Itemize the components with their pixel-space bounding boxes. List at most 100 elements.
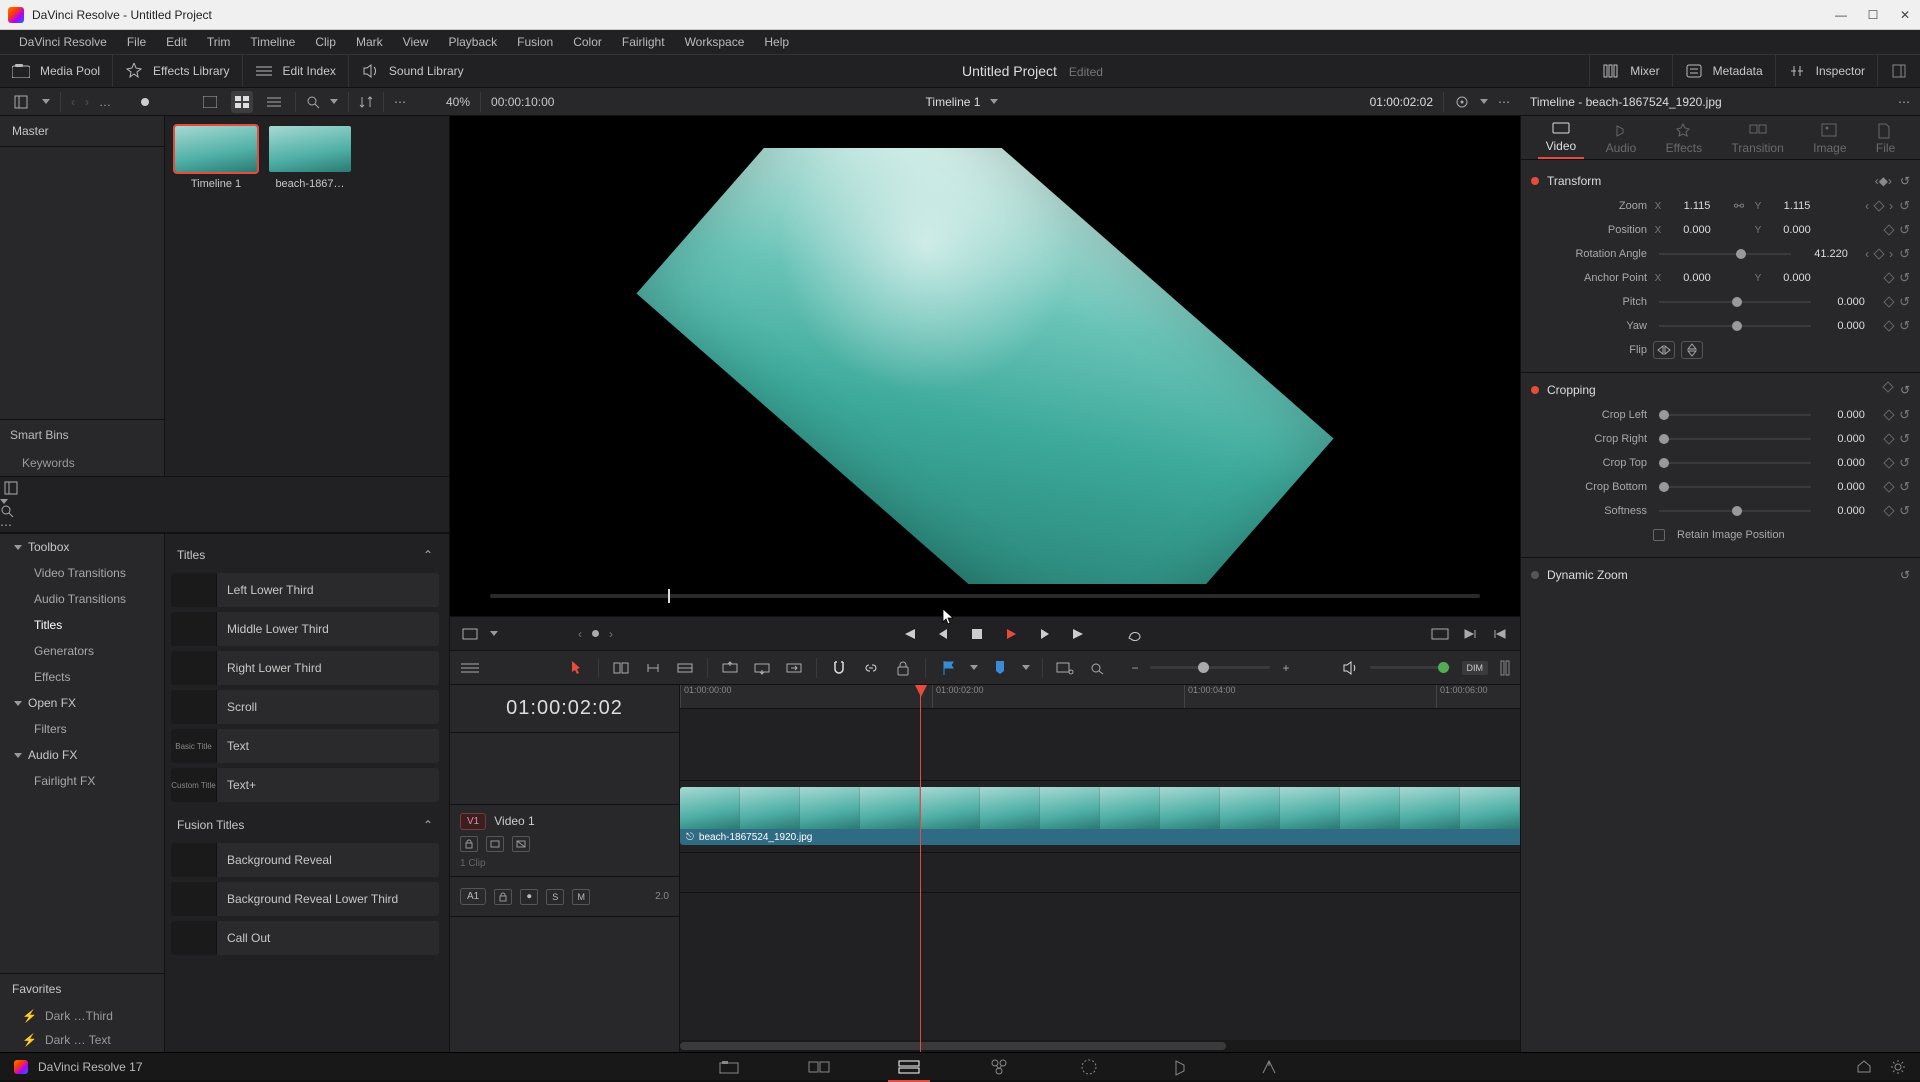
arm-record-button[interactable]: ⏺	[520, 889, 538, 905]
anchor-y-field[interactable]: 0.000	[1769, 272, 1825, 284]
menu-item[interactable]: File	[118, 32, 155, 52]
play-button[interactable]	[1001, 624, 1021, 644]
timeline-timecode[interactable]: 01:00:02:02	[450, 685, 679, 733]
menu-item[interactable]: Mark	[347, 32, 392, 52]
panel-layout-button[interactable]	[0, 477, 22, 499]
menu-item[interactable]: Trim	[198, 32, 240, 52]
lock-track-button[interactable]	[494, 889, 512, 905]
mute-icon[interactable]	[1342, 661, 1358, 675]
timeline-name[interactable]: Timeline 1	[926, 95, 981, 109]
inspector-tab-video[interactable]: Video	[1538, 117, 1584, 159]
favorite-item[interactable]: ⚡Dark … Text	[0, 1028, 164, 1052]
link-button[interactable]	[861, 658, 881, 678]
dropdown-icon[interactable]	[490, 631, 498, 636]
zoom-out-button[interactable]: −	[1131, 661, 1138, 675]
crop-right-slider[interactable]	[1659, 438, 1811, 440]
smart-bins-header[interactable]: Smart Bins	[0, 420, 164, 450]
timeline-playhead[interactable]	[920, 685, 921, 1052]
disable-track-button[interactable]	[512, 836, 530, 852]
crop-top-slider[interactable]	[1659, 462, 1811, 464]
link-xy-icon[interactable]: ⚯	[1731, 199, 1747, 213]
fairlight-page-button[interactable]	[1164, 1057, 1194, 1077]
fx-category[interactable]: Effects	[0, 664, 164, 690]
dropdown-icon[interactable]	[1022, 665, 1030, 670]
full-inspector-icon[interactable]	[1890, 62, 1908, 80]
menu-item[interactable]: Edit	[157, 32, 196, 52]
fx-category[interactable]: Generators	[0, 638, 164, 664]
inspector-tab-file[interactable]: File	[1868, 119, 1903, 159]
sound-library-toggle[interactable]: Sound Library	[389, 64, 464, 78]
stop-button[interactable]	[967, 624, 987, 644]
cut-page-button[interactable]	[804, 1057, 834, 1077]
lock-track-button[interactable]	[460, 836, 478, 852]
smart-bin-item[interactable]: Keywords	[0, 450, 164, 476]
video-track-lane[interactable]: ⎋beach-1867524_1920.jpg∿ ◆	[680, 781, 1520, 853]
inspector-tab-image[interactable]: Image	[1805, 119, 1854, 159]
media-page-button[interactable]	[714, 1057, 744, 1077]
zoom-y-field[interactable]: 1.115	[1769, 200, 1825, 212]
dropdown-icon[interactable]	[330, 99, 338, 104]
title-preset[interactable]: Custom TitleText+	[171, 768, 439, 802]
menu-item[interactable]: Workspace	[676, 32, 754, 52]
thumbnail-view-button[interactable]	[231, 91, 253, 113]
fusion-title-preset[interactable]: Background Reveal	[171, 843, 439, 877]
blade-tool-button[interactable]	[675, 658, 695, 678]
flag-button[interactable]	[938, 658, 958, 678]
inspector-tab-transition[interactable]: Transition	[1724, 119, 1792, 159]
options-icon[interactable]: ⋯	[394, 95, 406, 109]
menu-item[interactable]: Fusion	[508, 32, 562, 52]
timeline-zoom-slider[interactable]	[1150, 666, 1270, 669]
dropdown-icon[interactable]	[990, 99, 998, 104]
sort-icon[interactable]	[359, 96, 373, 108]
inspector-tab-effects[interactable]: Effects	[1658, 119, 1710, 159]
video-track-header[interactable]: V1 Video 1 1 Clip	[450, 805, 679, 877]
inspector-tab-audio[interactable]: Audio	[1598, 119, 1645, 159]
trim-tool-button[interactable]	[611, 658, 631, 678]
viewer-mode-icon[interactable]	[1454, 95, 1470, 109]
zoom-to-fit-button[interactable]	[1087, 658, 1107, 678]
dropdown-icon[interactable]	[970, 665, 978, 670]
insert-clip-button[interactable]	[720, 658, 740, 678]
crop-right-field[interactable]: 0.000	[1823, 433, 1879, 445]
zoom-x-field[interactable]: 1.115	[1669, 200, 1725, 212]
dim-button[interactable]: DIM	[1462, 661, 1489, 675]
menu-item[interactable]: View	[394, 32, 438, 52]
pitch-field[interactable]: 0.000	[1823, 296, 1879, 308]
fx-category-audiofx[interactable]: Audio FX	[0, 742, 164, 768]
timeline-clip[interactable]: ⎋beach-1867524_1920.jpg∿ ◆	[680, 787, 1520, 845]
options-icon[interactable]: ⋯	[0, 518, 12, 532]
effects-library-toggle[interactable]: Effects Library	[153, 64, 229, 78]
menu-item[interactable]: Fairlight	[613, 32, 674, 52]
fx-section-titles[interactable]: Titles⌃	[171, 542, 439, 568]
pos-y-field[interactable]: 0.000	[1769, 224, 1825, 236]
timeline-viewer[interactable]	[450, 116, 1520, 616]
fx-category[interactable]: Filters	[0, 716, 164, 742]
timeline-view-options-button[interactable]	[460, 658, 480, 678]
audio-track-header[interactable]: A1 ⏺ S M 2.0	[450, 877, 679, 917]
crop-softness-slider[interactable]	[1659, 510, 1811, 512]
auto-select-button[interactable]	[486, 836, 504, 852]
search-icon[interactable]	[0, 504, 449, 518]
edit-index-toggle[interactable]: Edit Index	[283, 64, 336, 78]
meter-icon[interactable]	[1500, 660, 1510, 676]
step-fwd-button[interactable]	[1035, 624, 1055, 644]
fx-category[interactable]: Audio Transitions	[0, 586, 164, 612]
go-start-button[interactable]	[899, 624, 919, 644]
expand-inspector-icon[interactable]: ⋯	[1898, 95, 1910, 109]
menu-item[interactable]: Playback	[439, 32, 506, 52]
fusion-page-button[interactable]	[984, 1057, 1014, 1077]
yaw-slider[interactable]	[1659, 325, 1811, 327]
media-clip[interactable]: beach-1867…	[269, 126, 351, 190]
metadata-toggle[interactable]: Metadata	[1713, 64, 1763, 78]
fusion-title-preset[interactable]: Call Out	[171, 921, 439, 955]
nav-fwd-icon[interactable]: ›	[85, 95, 89, 109]
retain-position-checkbox[interactable]	[1653, 529, 1665, 541]
menu-item[interactable]: Color	[564, 32, 611, 52]
window-close-button[interactable]: ✕	[1898, 8, 1912, 22]
rotation-field[interactable]: 41.220	[1803, 248, 1859, 260]
pos-x-field[interactable]: 0.000	[1669, 224, 1725, 236]
mute-button[interactable]: M	[572, 889, 590, 905]
crop-left-slider[interactable]	[1659, 414, 1811, 416]
deliver-page-button[interactable]	[1254, 1057, 1284, 1077]
flip-horizontal-button[interactable]	[1653, 341, 1675, 359]
